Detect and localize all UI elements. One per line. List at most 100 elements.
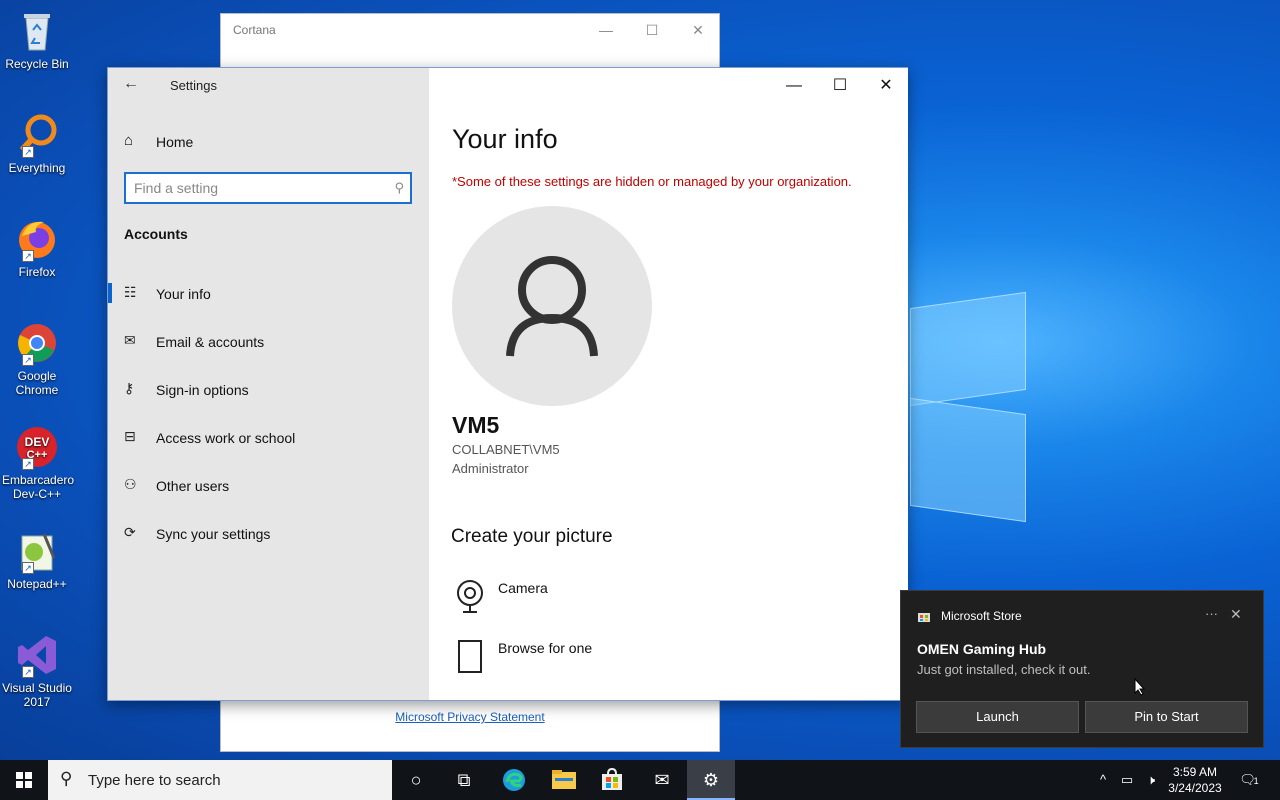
maximize-button[interactable]: ☐ — [817, 72, 863, 100]
firefox-icon: ↗ — [14, 216, 60, 262]
desktop-icon-label: Notepad++ — [7, 577, 67, 591]
desktop-icon-notepadpp[interactable]: ↗ Notepad++ — [2, 528, 72, 591]
settings-sidebar: ← Settings ⌂ Home ⚲ Accounts ☷ Your info… — [108, 68, 429, 700]
show-hidden-icons-chevron-up-icon[interactable]: ^ — [1092, 760, 1114, 800]
cortana-minimize-button[interactable]: — — [583, 18, 629, 42]
sidebar-item-other-users[interactable]: ⚇ Other users — [108, 463, 429, 507]
avatar — [452, 206, 652, 406]
desktop-icon-devcpp[interactable]: DEV C++ ↗ Embarcadero Dev-C++ — [2, 424, 75, 501]
desktop-icon-everything[interactable]: ↗ Everything — [2, 112, 72, 175]
settings-search-box[interactable]: ⚲ — [124, 172, 412, 204]
minimize-button[interactable]: — — [771, 72, 817, 100]
sidebar-item-label: Sign-in options — [156, 382, 249, 398]
active-indicator — [108, 283, 112, 303]
cortana-maximize-button[interactable]: ☐ — [629, 18, 675, 42]
desktop-icon-label: Google Chrome — [15, 369, 59, 397]
pin-to-start-button[interactable]: Pin to Start — [1085, 701, 1248, 733]
desktop-icon-label: Everything — [8, 161, 66, 175]
toast-headline: OMEN Gaming Hub — [917, 641, 1047, 657]
desktop-icon-visual-studio[interactable]: ↗ Visual Studio 2017 — [2, 632, 72, 709]
svg-text:DEV: DEV — [25, 435, 50, 449]
launch-button[interactable]: Launch — [916, 701, 1079, 733]
task-view-button[interactable]: ⧉ — [440, 760, 488, 800]
shortcut-arrow-icon: ↗ — [22, 562, 34, 574]
contact-card-icon: ☷ — [124, 284, 137, 300]
folder-icon — [552, 770, 576, 789]
shortcut-arrow-icon: ↗ — [22, 146, 34, 158]
sidebar-item-sign-in-options[interactable]: ⚷ Sign-in options — [108, 367, 429, 411]
sidebar-item-your-info[interactable]: ☷ Your info — [108, 271, 429, 315]
sidebar-item-label: Your info — [156, 286, 211, 302]
settings-window: ← Settings ⌂ Home ⚲ Accounts ☷ Your info… — [107, 67, 908, 701]
desktop-icon-firefox[interactable]: ↗ Firefox — [2, 216, 72, 279]
close-button[interactable]: ✕ — [863, 72, 909, 100]
store-bag-icon — [602, 767, 622, 790]
cortana-close-button[interactable]: ✕ — [675, 18, 721, 42]
camera-label: Camera — [498, 580, 548, 596]
user-domain: COLLABNET\VM5 — [452, 442, 560, 457]
camera-icon — [457, 580, 483, 613]
desktop-icon-chrome[interactable]: ↗ Google Chrome — [2, 320, 72, 397]
taskbar-search-placeholder: Type here to search — [88, 772, 221, 789]
clock-time: 3:59 AM — [1172, 765, 1218, 779]
cortana-button[interactable]: ○ — [392, 760, 440, 800]
settings-window-title: Settings — [170, 78, 217, 93]
devcpp-icon: DEV C++ ↗ — [14, 424, 60, 470]
volume-muted-icon[interactable]: 🕨 — [1140, 760, 1162, 800]
desktop-icon-label: Embarcadero Dev-C++ — [2, 473, 75, 501]
managed-warning: *Some of these settings are hidden or ma… — [452, 174, 852, 189]
file-icon — [458, 640, 482, 673]
notification-count: 1 — [1253, 776, 1259, 786]
briefcase-icon: ⊟ — [124, 428, 136, 444]
edge-taskbar-button[interactable] — [490, 760, 538, 800]
search-icon: ⚲ — [60, 769, 73, 788]
desktop-icon-recycle-bin[interactable]: Recycle Bin — [2, 8, 72, 71]
sidebar-item-sync-settings[interactable]: ⟳ Sync your settings — [108, 511, 429, 555]
back-button[interactable]: ← — [120, 74, 142, 96]
shortcut-arrow-icon: ↗ — [22, 666, 34, 678]
chrome-icon: ↗ — [14, 320, 60, 366]
browse-label: Browse for one — [498, 640, 593, 656]
mail-icon: ✉ — [124, 332, 136, 348]
home-nav-item[interactable]: ⌂ Home — [124, 132, 414, 152]
sidebar-item-label: Access work or school — [156, 430, 296, 446]
recycle-bin-icon — [14, 8, 60, 54]
desktop-icon-label: Visual Studio 2017 — [2, 681, 72, 709]
taskbar: ⚲ Type here to search ○ ⧉ ✉ ⚙ ^ ▭ 🕨 3:59… — [0, 760, 1280, 800]
visual-studio-icon: ↗ — [14, 632, 60, 678]
clock-date: 3/24/2023 — [1168, 781, 1222, 795]
person-icon — [506, 256, 598, 357]
everything-search-icon: ↗ — [14, 112, 60, 158]
shortcut-arrow-icon: ↗ — [22, 458, 34, 470]
shortcut-arrow-icon: ↗ — [22, 354, 34, 366]
toast-close-icon[interactable]: ✕ — [1230, 606, 1242, 623]
settings-content: — ☐ ✕ Your info *Some of these settings … — [429, 68, 908, 700]
privacy-statement-link[interactable]: Microsoft Privacy Statement — [221, 710, 719, 724]
taskbar-clock[interactable]: 3:59 AM 3/24/2023 — [1163, 764, 1227, 796]
mail-taskbar-button[interactable]: ✉ — [638, 760, 686, 800]
action-center-button[interactable]: 🗨 1 — [1234, 760, 1264, 800]
settings-search-input[interactable] — [134, 179, 374, 197]
network-icon[interactable]: ▭ — [1115, 760, 1139, 800]
store-notification-toast[interactable]: Microsoft Store ··· ✕ OMEN Gaming Hub Ju… — [900, 590, 1264, 748]
settings-taskbar-button[interactable]: ⚙ — [687, 760, 735, 800]
notepadpp-icon: ↗ — [14, 528, 60, 574]
desktop-icon-label: Recycle Bin — [5, 57, 69, 71]
sidebar-item-label: Other users — [156, 478, 230, 494]
toast-body: Just got installed, check it out. — [917, 662, 1091, 677]
key-icon: ⚷ — [124, 380, 135, 396]
camera-option[interactable]: Camera — [451, 578, 751, 618]
page-title: Your info — [452, 124, 558, 154]
create-picture-heading: Create your picture — [451, 526, 613, 547]
sidebar-item-access-work-school[interactable]: ⊟ Access work or school — [108, 415, 429, 459]
microsoft-store-button[interactable] — [588, 760, 636, 800]
more-options-icon[interactable]: ··· — [1205, 606, 1218, 621]
windows-logo-icon — [16, 772, 32, 788]
start-button[interactable] — [0, 760, 48, 800]
browse-option[interactable]: Browse for one — [451, 638, 751, 678]
file-explorer-button[interactable] — [540, 760, 588, 800]
sidebar-item-email-accounts[interactable]: ✉ Email & accounts — [108, 319, 429, 363]
search-icon[interactable]: ⚲ — [394, 180, 404, 196]
toast-app-name: Microsoft Store — [941, 609, 1022, 623]
taskbar-search-box[interactable]: ⚲ Type here to search — [48, 760, 392, 800]
